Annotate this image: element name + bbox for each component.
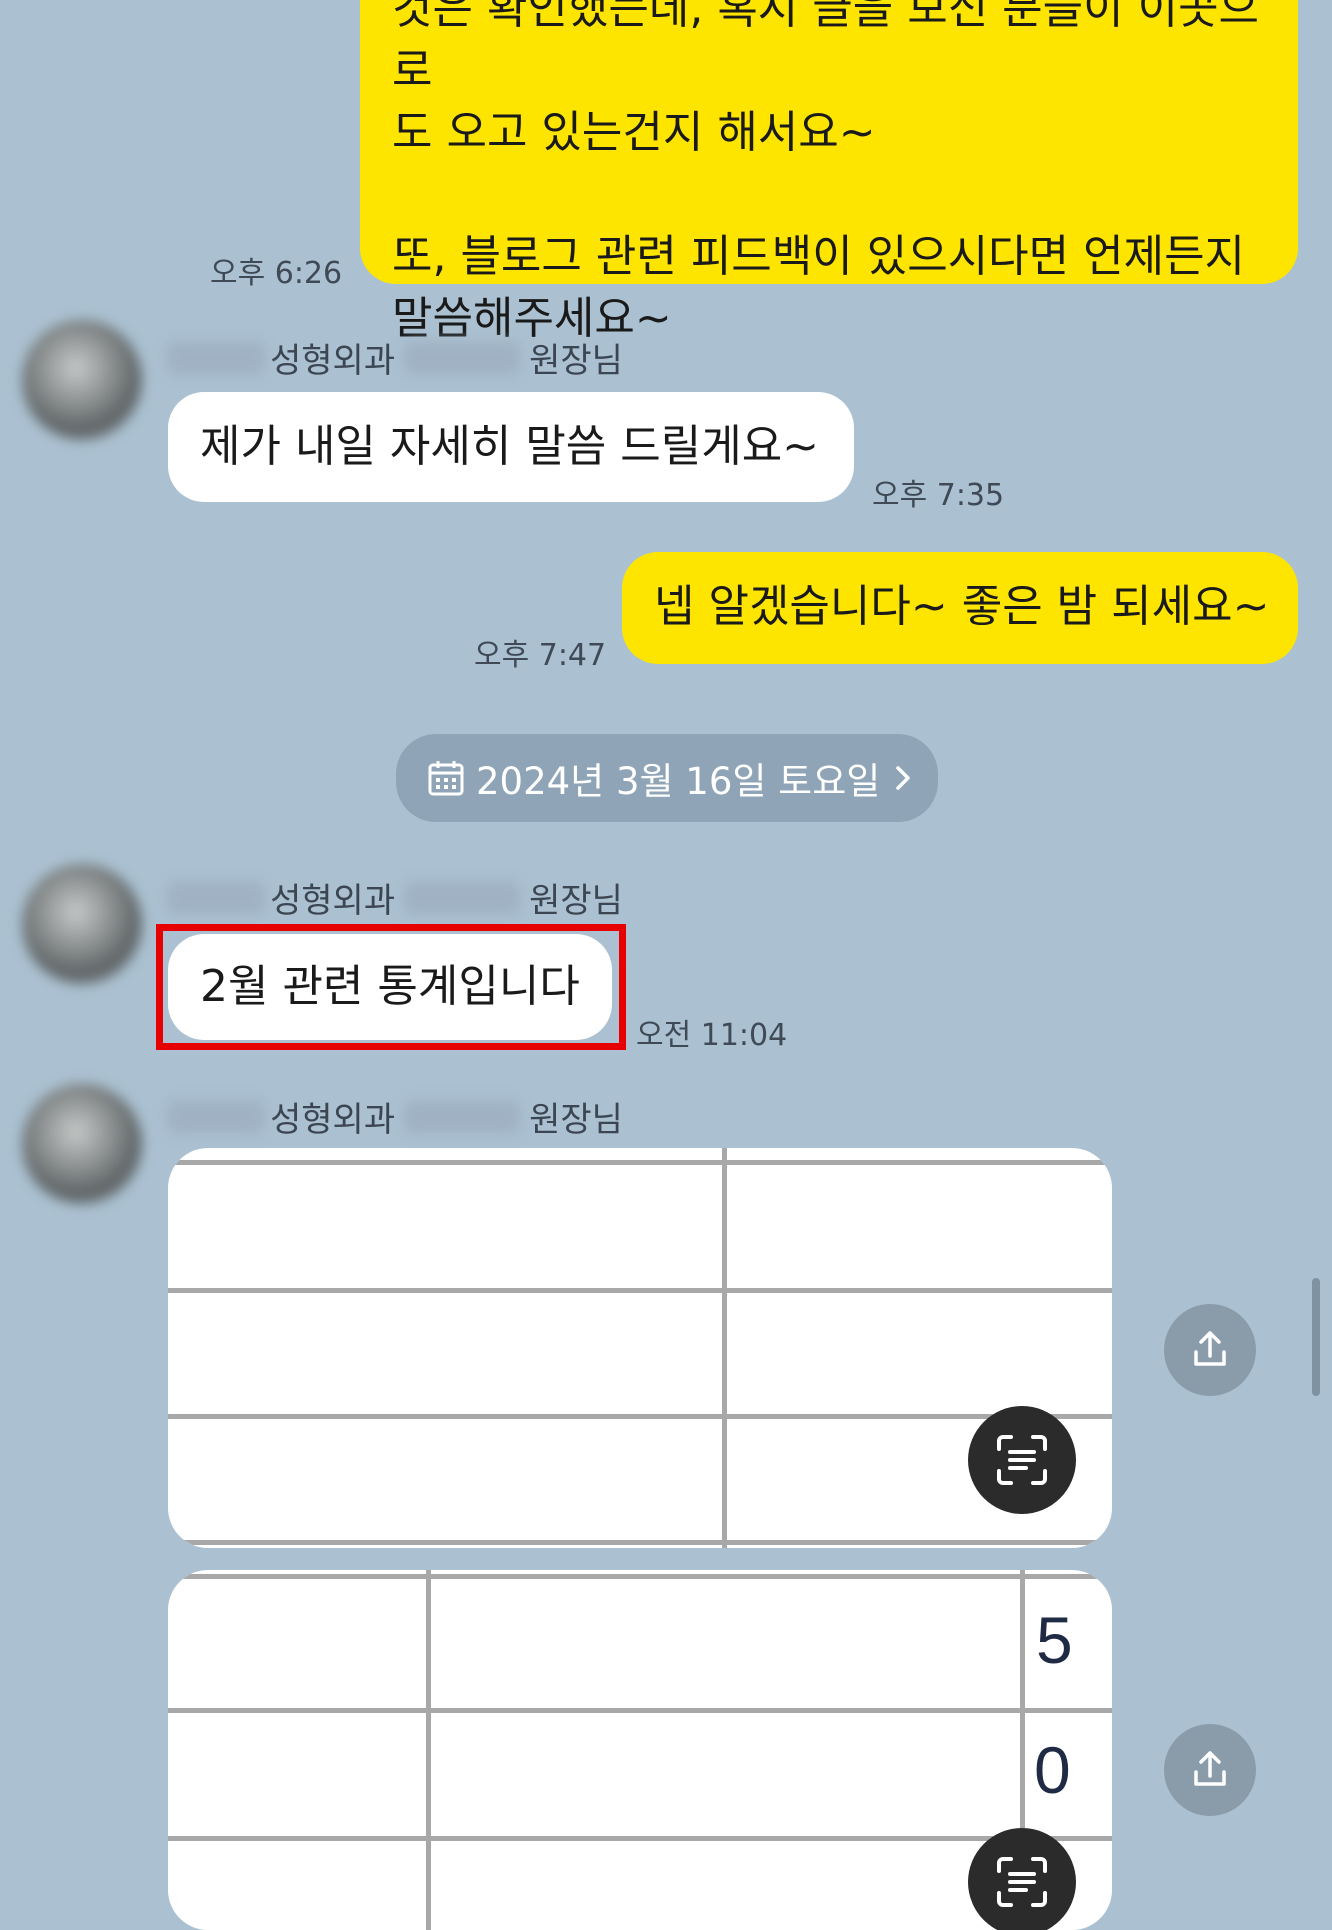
scrollbar[interactable] xyxy=(1312,1278,1320,1396)
calendar-icon xyxy=(428,759,464,797)
sender-name: 성형외과 원장님 xyxy=(166,873,623,922)
sender-title: 원장님 xyxy=(529,341,623,381)
message-time: 오후 6:26 xyxy=(210,256,343,291)
cell-value: 5 xyxy=(1036,1603,1073,1677)
share-icon xyxy=(1194,1331,1226,1366)
message-time: 오후 7:35 xyxy=(872,478,1005,513)
avatar[interactable] xyxy=(22,320,142,440)
message-text: 것은 확인했는데, 혹시 글을 보신 분들이 이곳으로 도 오고 있는건지 해서… xyxy=(392,0,1260,344)
avatar[interactable] xyxy=(22,1084,142,1204)
message-time: 오전 11:04 xyxy=(636,1018,788,1053)
share-icon xyxy=(1194,1751,1226,1786)
text-scan-icon xyxy=(997,1435,1047,1485)
message-bubble-theirs[interactable]: 제가 내일 자세히 말씀 드릴게요~ xyxy=(168,392,854,502)
date-divider[interactable]: 2024년 3월 16일 토요일 xyxy=(396,734,938,822)
blurred-name xyxy=(403,340,522,375)
blurred-name xyxy=(166,1099,266,1134)
share-button[interactable] xyxy=(1164,1304,1256,1396)
blurred-name xyxy=(403,880,522,915)
blurred-name xyxy=(166,340,266,375)
blurred-name xyxy=(403,1099,522,1134)
sender-clinic: 성형외과 xyxy=(270,341,396,381)
chevron-right-icon xyxy=(892,763,914,793)
cell-value: 0 xyxy=(1034,1733,1071,1807)
highlight-annotation xyxy=(156,924,626,1050)
message-bubble-mine[interactable]: 것은 확인했는데, 혹시 글을 보신 분들이 이곳으로 도 오고 있는건지 해서… xyxy=(360,0,1298,344)
share-button[interactable] xyxy=(1164,1724,1256,1816)
text-scan-button[interactable] xyxy=(968,1828,1076,1930)
message-time: 오후 7:47 xyxy=(474,638,607,673)
sender-clinic: 성형외과 xyxy=(270,1100,396,1140)
avatar[interactable] xyxy=(22,864,142,984)
text-scan-button[interactable] xyxy=(968,1406,1076,1514)
image-attachment[interactable] xyxy=(168,1148,1112,1548)
message-text: 넵 알겠습니다~ 좋은 밤 되세요~ xyxy=(654,581,1270,632)
message-text: 제가 내일 자세히 말씀 드릴게요~ xyxy=(200,421,820,472)
sender-title: 원장님 xyxy=(529,1100,623,1140)
sender-name: 성형외과 원장님 xyxy=(166,1092,623,1141)
sender-name: 성형외과 원장님 xyxy=(166,333,623,382)
sender-clinic: 성형외과 xyxy=(270,881,396,921)
image-attachment[interactable]: 5 0 xyxy=(168,1570,1112,1930)
message-bubble-mine[interactable]: 넵 알겠습니다~ 좋은 밤 되세요~ xyxy=(622,552,1298,664)
sender-title: 원장님 xyxy=(529,881,623,921)
date-label: 2024년 3월 16일 토요일 xyxy=(476,760,881,803)
blurred-name xyxy=(166,880,266,915)
text-scan-icon xyxy=(997,1857,1047,1907)
